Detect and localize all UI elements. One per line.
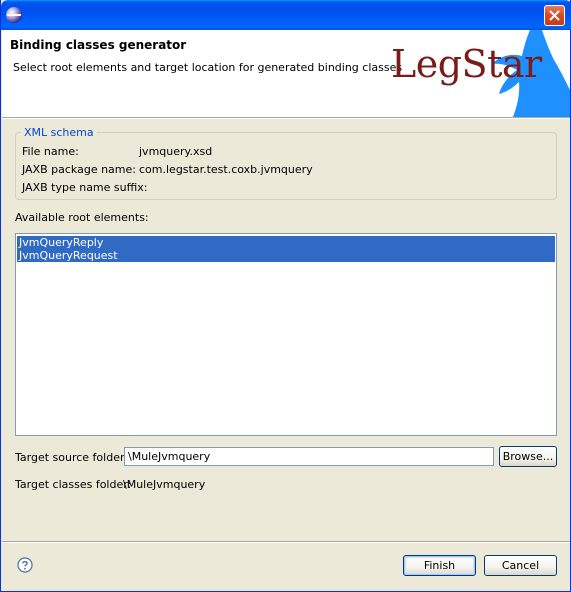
xml-schema-group-label: XML schema <box>21 126 97 139</box>
page-description: Select root elements and target location… <box>13 61 403 74</box>
help-icon[interactable] <box>17 557 33 573</box>
finish-button[interactable]: Finish <box>403 555 476 576</box>
browse-button[interactable]: Browse... <box>499 446 557 467</box>
target-source-folder-label: Target source folder: <box>15 451 128 464</box>
cancel-button[interactable]: Cancel <box>484 555 557 576</box>
jaxb-package-label: JAXB package name: <box>22 163 136 176</box>
target-classes-folder-value: \MuleJvmquery <box>123 478 206 491</box>
root-elements-label: Available root elements: <box>15 211 149 224</box>
title-bar[interactable] <box>1 0 571 30</box>
close-icon <box>549 10 560 21</box>
list-item[interactable]: JvmQueryRequest <box>17 249 555 262</box>
eclipse-icon <box>6 7 22 23</box>
footer-separator-highlight <box>2 542 570 543</box>
page-title: Binding classes generator <box>10 38 187 52</box>
file-name-value: jvmquery.xsd <box>139 145 213 158</box>
target-classes-folder-label: Target classes folder: <box>15 478 132 491</box>
root-elements-list[interactable]: JvmQueryReply JvmQueryRequest <box>15 233 557 436</box>
jaxb-suffix-label: JAXB type name suffix: <box>22 181 148 194</box>
file-name-label: File name: <box>22 145 79 158</box>
header-separator-highlight <box>2 118 570 119</box>
close-button[interactable] <box>544 5 565 26</box>
jaxb-package-value: com.legstar.test.coxb.jvmquery <box>139 163 313 176</box>
legstar-logo-text: LegStar <box>391 42 542 86</box>
target-source-folder-input[interactable] <box>124 447 494 466</box>
list-item[interactable]: JvmQueryReply <box>17 236 555 249</box>
header-banner: Binding classes generator Select root el… <box>2 30 570 117</box>
dialog-window: Binding classes generator Select root el… <box>0 0 571 592</box>
